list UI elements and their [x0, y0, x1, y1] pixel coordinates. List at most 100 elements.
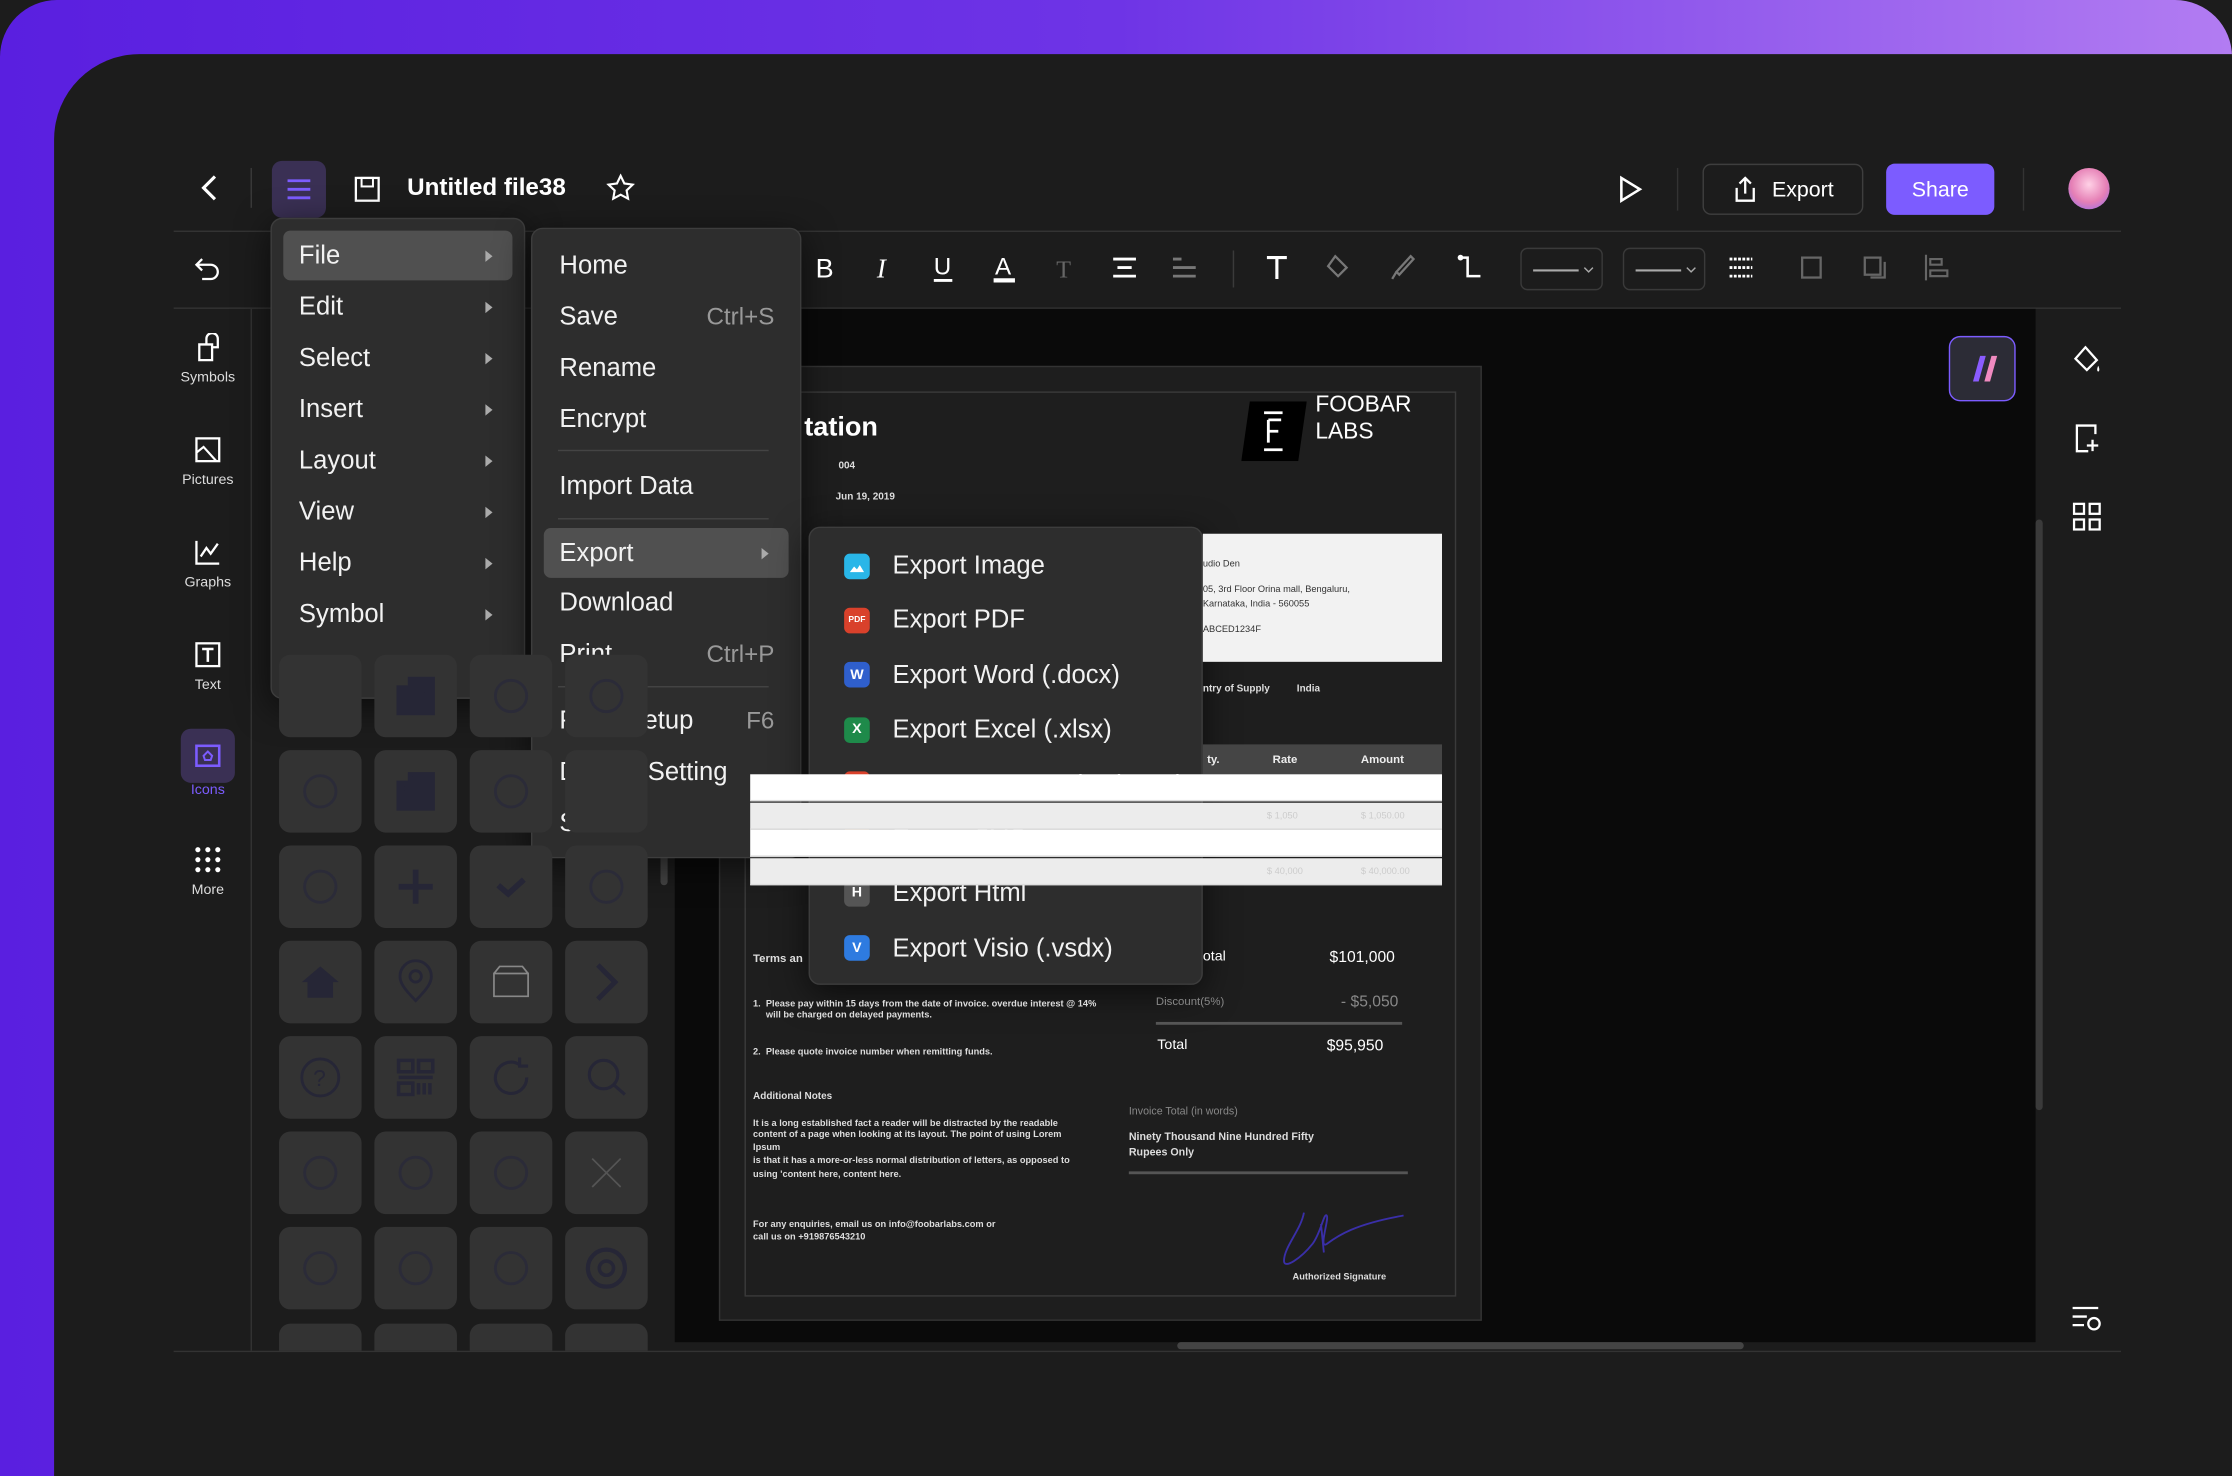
icon-tile[interactable]	[374, 1226, 457, 1310]
settings-list-icon[interactable]	[2070, 1301, 2104, 1335]
brush-icon[interactable]	[1388, 253, 1416, 284]
export-item-7[interactable]: V Export Visio (.vsdx)	[821, 923, 1190, 973]
bring-front-icon[interactable]	[1798, 253, 1826, 284]
file-menu-item-home[interactable]: Home	[544, 241, 789, 291]
export-item-0[interactable]: Export Image	[821, 541, 1190, 591]
icon-tile[interactable]	[469, 940, 553, 1024]
icon-tile[interactable]	[374, 940, 457, 1024]
icon-tile[interactable]	[279, 940, 362, 1024]
icon-tile[interactable]	[279, 1131, 362, 1215]
icon-tile[interactable]	[374, 654, 457, 738]
horizontal-scrollbar[interactable]	[1177, 1342, 1744, 1350]
file-menu-item-rename[interactable]: Rename	[544, 343, 789, 393]
icon-tile[interactable]	[279, 654, 362, 738]
menu-item-symbol[interactable]: Symbol	[283, 589, 512, 639]
strikethrough-icon[interactable]: T	[1051, 253, 1079, 284]
file-menu-item-import-data[interactable]: Import Data	[544, 461, 789, 511]
bold-icon[interactable]: B	[811, 253, 839, 284]
icon-tile[interactable]	[374, 1131, 457, 1215]
icon-tile[interactable]	[565, 1323, 648, 1351]
line-width-icon[interactable]	[1727, 253, 1755, 284]
sidebar-item-text[interactable]: Text	[174, 638, 242, 693]
table-header-cell: ty.	[1207, 752, 1220, 766]
icon-tile[interactable]	[374, 750, 457, 833]
divider	[1155, 1021, 1403, 1025]
text-tool-icon[interactable]	[1263, 253, 1291, 284]
icon-tile[interactable]	[469, 1323, 553, 1351]
save-icon[interactable]	[352, 174, 383, 205]
icon-tile[interactable]	[565, 1036, 648, 1119]
sidebar-item-icons[interactable]: Icons	[174, 728, 242, 798]
export-item-2[interactable]: W Export Word (.docx)	[821, 650, 1190, 700]
fill-icon[interactable]	[2070, 343, 2104, 377]
back-button[interactable]	[194, 171, 225, 205]
paint-bucket-icon[interactable]	[1324, 253, 1352, 284]
undo-icon[interactable]	[191, 253, 225, 284]
icon-tile[interactable]	[374, 845, 457, 928]
menu-item-layout[interactable]: Layout	[283, 436, 512, 486]
scissors-icon	[398, 1155, 433, 1190]
icon-tile[interactable]	[469, 750, 553, 833]
underline-icon[interactable]: U	[930, 253, 958, 284]
shortcut: F6	[746, 706, 775, 734]
menu-item-insert[interactable]: Insert	[283, 384, 512, 434]
icon-tile[interactable]	[565, 654, 648, 738]
star-icon[interactable]	[605, 172, 636, 203]
italic-icon[interactable]: I	[870, 253, 898, 284]
line-style-select[interactable]	[1520, 247, 1603, 291]
connector-icon[interactable]	[1456, 253, 1484, 284]
share-button[interactable]: Share	[1886, 163, 1995, 215]
more-icon	[191, 843, 225, 877]
icon-tile[interactable]	[469, 845, 553, 928]
icon-tile[interactable]	[279, 845, 362, 928]
align-icon[interactable]	[1110, 253, 1138, 284]
badge-icon	[493, 678, 529, 714]
icon-tile[interactable]	[279, 1226, 362, 1310]
play-icon[interactable]	[1614, 172, 1645, 206]
icon-tile[interactable]: ?	[279, 1036, 362, 1119]
page-add-icon[interactable]	[2070, 421, 2104, 455]
ai-assistant-button[interactable]	[1948, 335, 2016, 402]
sidebar-item-graphs[interactable]: Graphs	[174, 535, 242, 591]
icon-tile[interactable]	[279, 750, 362, 833]
file-menu-item-save[interactable]: Save Ctrl+S	[544, 292, 789, 342]
arrow-style-select[interactable]	[1622, 247, 1706, 291]
icon-tile[interactable]	[565, 1131, 648, 1215]
avatar[interactable]	[2068, 167, 2110, 210]
notes-line: It is a long established fact a reader w…	[753, 1118, 1058, 1129]
icon-tile[interactable]	[374, 1036, 457, 1119]
sidebar-item-pictures[interactable]: Pictures	[174, 433, 242, 488]
menu-item-help[interactable]: Help	[283, 538, 512, 588]
menu-button[interactable]	[271, 160, 326, 218]
send-back-icon[interactable]	[1861, 253, 1889, 284]
icon-tile[interactable]	[469, 1226, 553, 1310]
font-color-icon[interactable]: A	[991, 253, 1019, 284]
submenu-arrow-icon	[485, 249, 493, 262]
icon-tile[interactable]	[565, 845, 648, 928]
export-button[interactable]: Export	[1702, 163, 1864, 215]
icon-tile[interactable]	[565, 1226, 648, 1310]
icon-tile[interactable]	[565, 940, 648, 1024]
icon-tile[interactable]	[279, 1323, 362, 1351]
file-menu-item-download[interactable]: Download	[544, 578, 789, 628]
icon-tile[interactable]	[469, 1131, 553, 1215]
menu-item-edit[interactable]: Edit	[283, 282, 512, 332]
vertical-scrollbar[interactable]	[2035, 519, 2043, 1111]
menu-item-select[interactable]: Select	[283, 333, 512, 383]
line-spacing-icon[interactable]	[1170, 253, 1198, 284]
document-title[interactable]: Untitled file38	[407, 174, 566, 202]
export-item-3[interactable]: X Export Excel (.xlsx)	[821, 705, 1190, 755]
sidebar-item-more[interactable]: More	[174, 843, 242, 898]
file-menu-item-encrypt[interactable]: Encrypt	[544, 394, 789, 444]
icon-tile[interactable]	[374, 1323, 457, 1351]
grid-icon[interactable]	[2070, 500, 2104, 534]
icon-tile[interactable]	[469, 654, 553, 738]
file-menu-item-export[interactable]: Export	[543, 528, 789, 578]
align-left-icon[interactable]	[1923, 253, 1951, 284]
export-item-1[interactable]: PDF Export PDF	[821, 595, 1190, 645]
sidebar-item-symbols[interactable]: Symbols	[174, 330, 242, 386]
menu-item-view[interactable]: View	[283, 487, 512, 537]
menu-item-file[interactable]: File	[283, 230, 513, 281]
icon-tile[interactable]	[469, 1036, 553, 1119]
icon-tile[interactable]	[565, 750, 648, 833]
